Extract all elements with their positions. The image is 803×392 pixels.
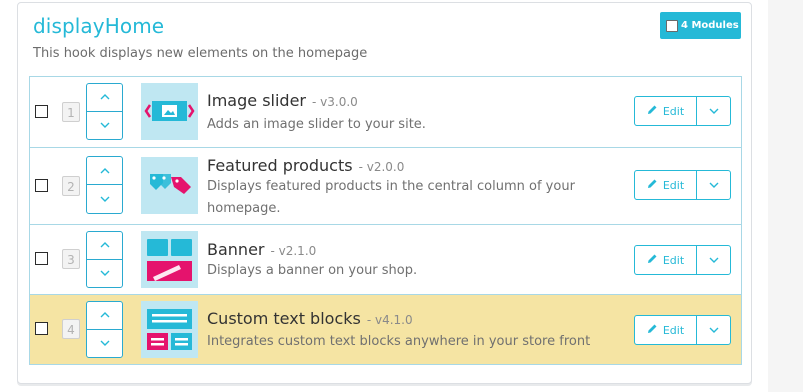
modules-count-badge[interactable]: 4 Modules: [660, 12, 741, 39]
pencil-icon: [647, 323, 658, 337]
banner-icon: [141, 231, 198, 288]
module-version: - v3.0.0: [312, 95, 358, 109]
module-position: 2: [62, 176, 80, 196]
module-name-text: Image slider: [207, 91, 306, 110]
edit-button[interactable]: Edit: [634, 245, 697, 275]
module-name: Image slider - v3.0.0: [207, 91, 358, 110]
actions-dropdown-button[interactable]: [696, 170, 731, 200]
move-controls: [86, 156, 123, 214]
module-description: Integrates custom text blocks anywhere i…: [207, 334, 591, 349]
edit-label: Edit: [662, 178, 685, 192]
pencil-icon: [647, 178, 658, 192]
move-up-button[interactable]: [87, 232, 122, 260]
modules-count-label: 4 Modules: [681, 20, 739, 31]
module-version: - v4.1.0: [366, 313, 413, 327]
module-select-checkbox[interactable]: [35, 179, 48, 192]
module-name: Banner - v2.1.0: [207, 240, 316, 259]
module-position: 4: [62, 319, 80, 339]
chevron-down-icon: [709, 327, 718, 333]
module-position: 1: [62, 102, 80, 122]
module-select-checkbox[interactable]: [35, 252, 48, 265]
move-up-button[interactable]: [87, 157, 122, 185]
chevron-down-icon: [709, 257, 718, 263]
hook-title: displayHome: [33, 14, 165, 38]
module-name-text: Featured products: [207, 156, 353, 175]
edit-label: Edit: [662, 104, 685, 118]
move-down-button[interactable]: [87, 112, 122, 140]
pencil-icon: [647, 104, 658, 118]
image-slider-icon: [141, 83, 198, 140]
module-row: 3 Banner - v2.1.0 Displays a banner on yo…: [30, 225, 741, 295]
chevron-up-icon: [100, 94, 109, 100]
edit-button[interactable]: Edit: [634, 315, 697, 345]
module-row: 1 Image slider - v3.0.0 Adds an image sli…: [30, 77, 741, 148]
module-position: 3: [62, 249, 80, 269]
chevron-down-icon: [709, 182, 718, 188]
module-description: Displays a banner on your shop.: [207, 263, 418, 278]
chevron-up-icon: [100, 242, 109, 248]
select-all-checkbox[interactable]: [666, 19, 678, 32]
module-name: Featured products - v2.0.0: [207, 156, 404, 175]
module-version: - v2.1.0: [270, 244, 317, 258]
chevron-up-icon: [100, 167, 109, 173]
move-down-button[interactable]: [87, 185, 122, 213]
module-select-checkbox[interactable]: [35, 105, 48, 118]
move-down-button[interactable]: [87, 260, 122, 288]
move-down-button[interactable]: [87, 330, 122, 358]
page-scroll-gutter: [768, 0, 803, 392]
edit-button[interactable]: Edit: [634, 96, 697, 126]
chevron-down-icon: [709, 108, 718, 114]
chevron-down-icon: [100, 122, 109, 129]
move-up-button[interactable]: [87, 302, 122, 330]
pencil-icon: [647, 253, 658, 267]
module-list: 1 Image slider - v3.0.0 Adds an image sli…: [29, 76, 742, 365]
chevron-up-icon: [100, 312, 109, 318]
module-row: 4 Custom text blocks - v4.1.0 Integrates…: [30, 295, 741, 364]
module-name-text: Banner: [207, 240, 265, 259]
edit-label: Edit: [662, 323, 685, 337]
featured-products-icon: [141, 157, 198, 214]
edit-button[interactable]: Edit: [634, 170, 697, 200]
move-up-button[interactable]: [87, 84, 122, 112]
module-description: Displays featured products in the centra…: [207, 179, 575, 216]
hook-description: This hook displays new elements on the h…: [33, 46, 368, 61]
chevron-down-icon: [100, 196, 109, 202]
module-version: - v2.0.0: [358, 160, 405, 174]
actions-dropdown-button[interactable]: [696, 315, 731, 345]
actions-dropdown-button[interactable]: [696, 245, 731, 275]
move-controls: [86, 301, 123, 358]
move-controls: [86, 231, 123, 288]
chevron-down-icon: [100, 340, 109, 347]
module-row: 2 Featured products - v2.0.0 Displays fea…: [30, 148, 741, 225]
actions-dropdown-button[interactable]: [696, 96, 731, 126]
edit-label: Edit: [662, 253, 685, 267]
module-name-text: Custom text blocks: [207, 309, 361, 328]
module-select-checkbox[interactable]: [35, 322, 48, 335]
chevron-down-icon: [100, 270, 109, 277]
module-description: Adds an image slider to your site.: [207, 117, 426, 132]
module-name: Custom text blocks - v4.1.0: [207, 309, 413, 328]
move-controls: [86, 83, 123, 140]
custom-text-blocks-icon: [141, 301, 198, 358]
